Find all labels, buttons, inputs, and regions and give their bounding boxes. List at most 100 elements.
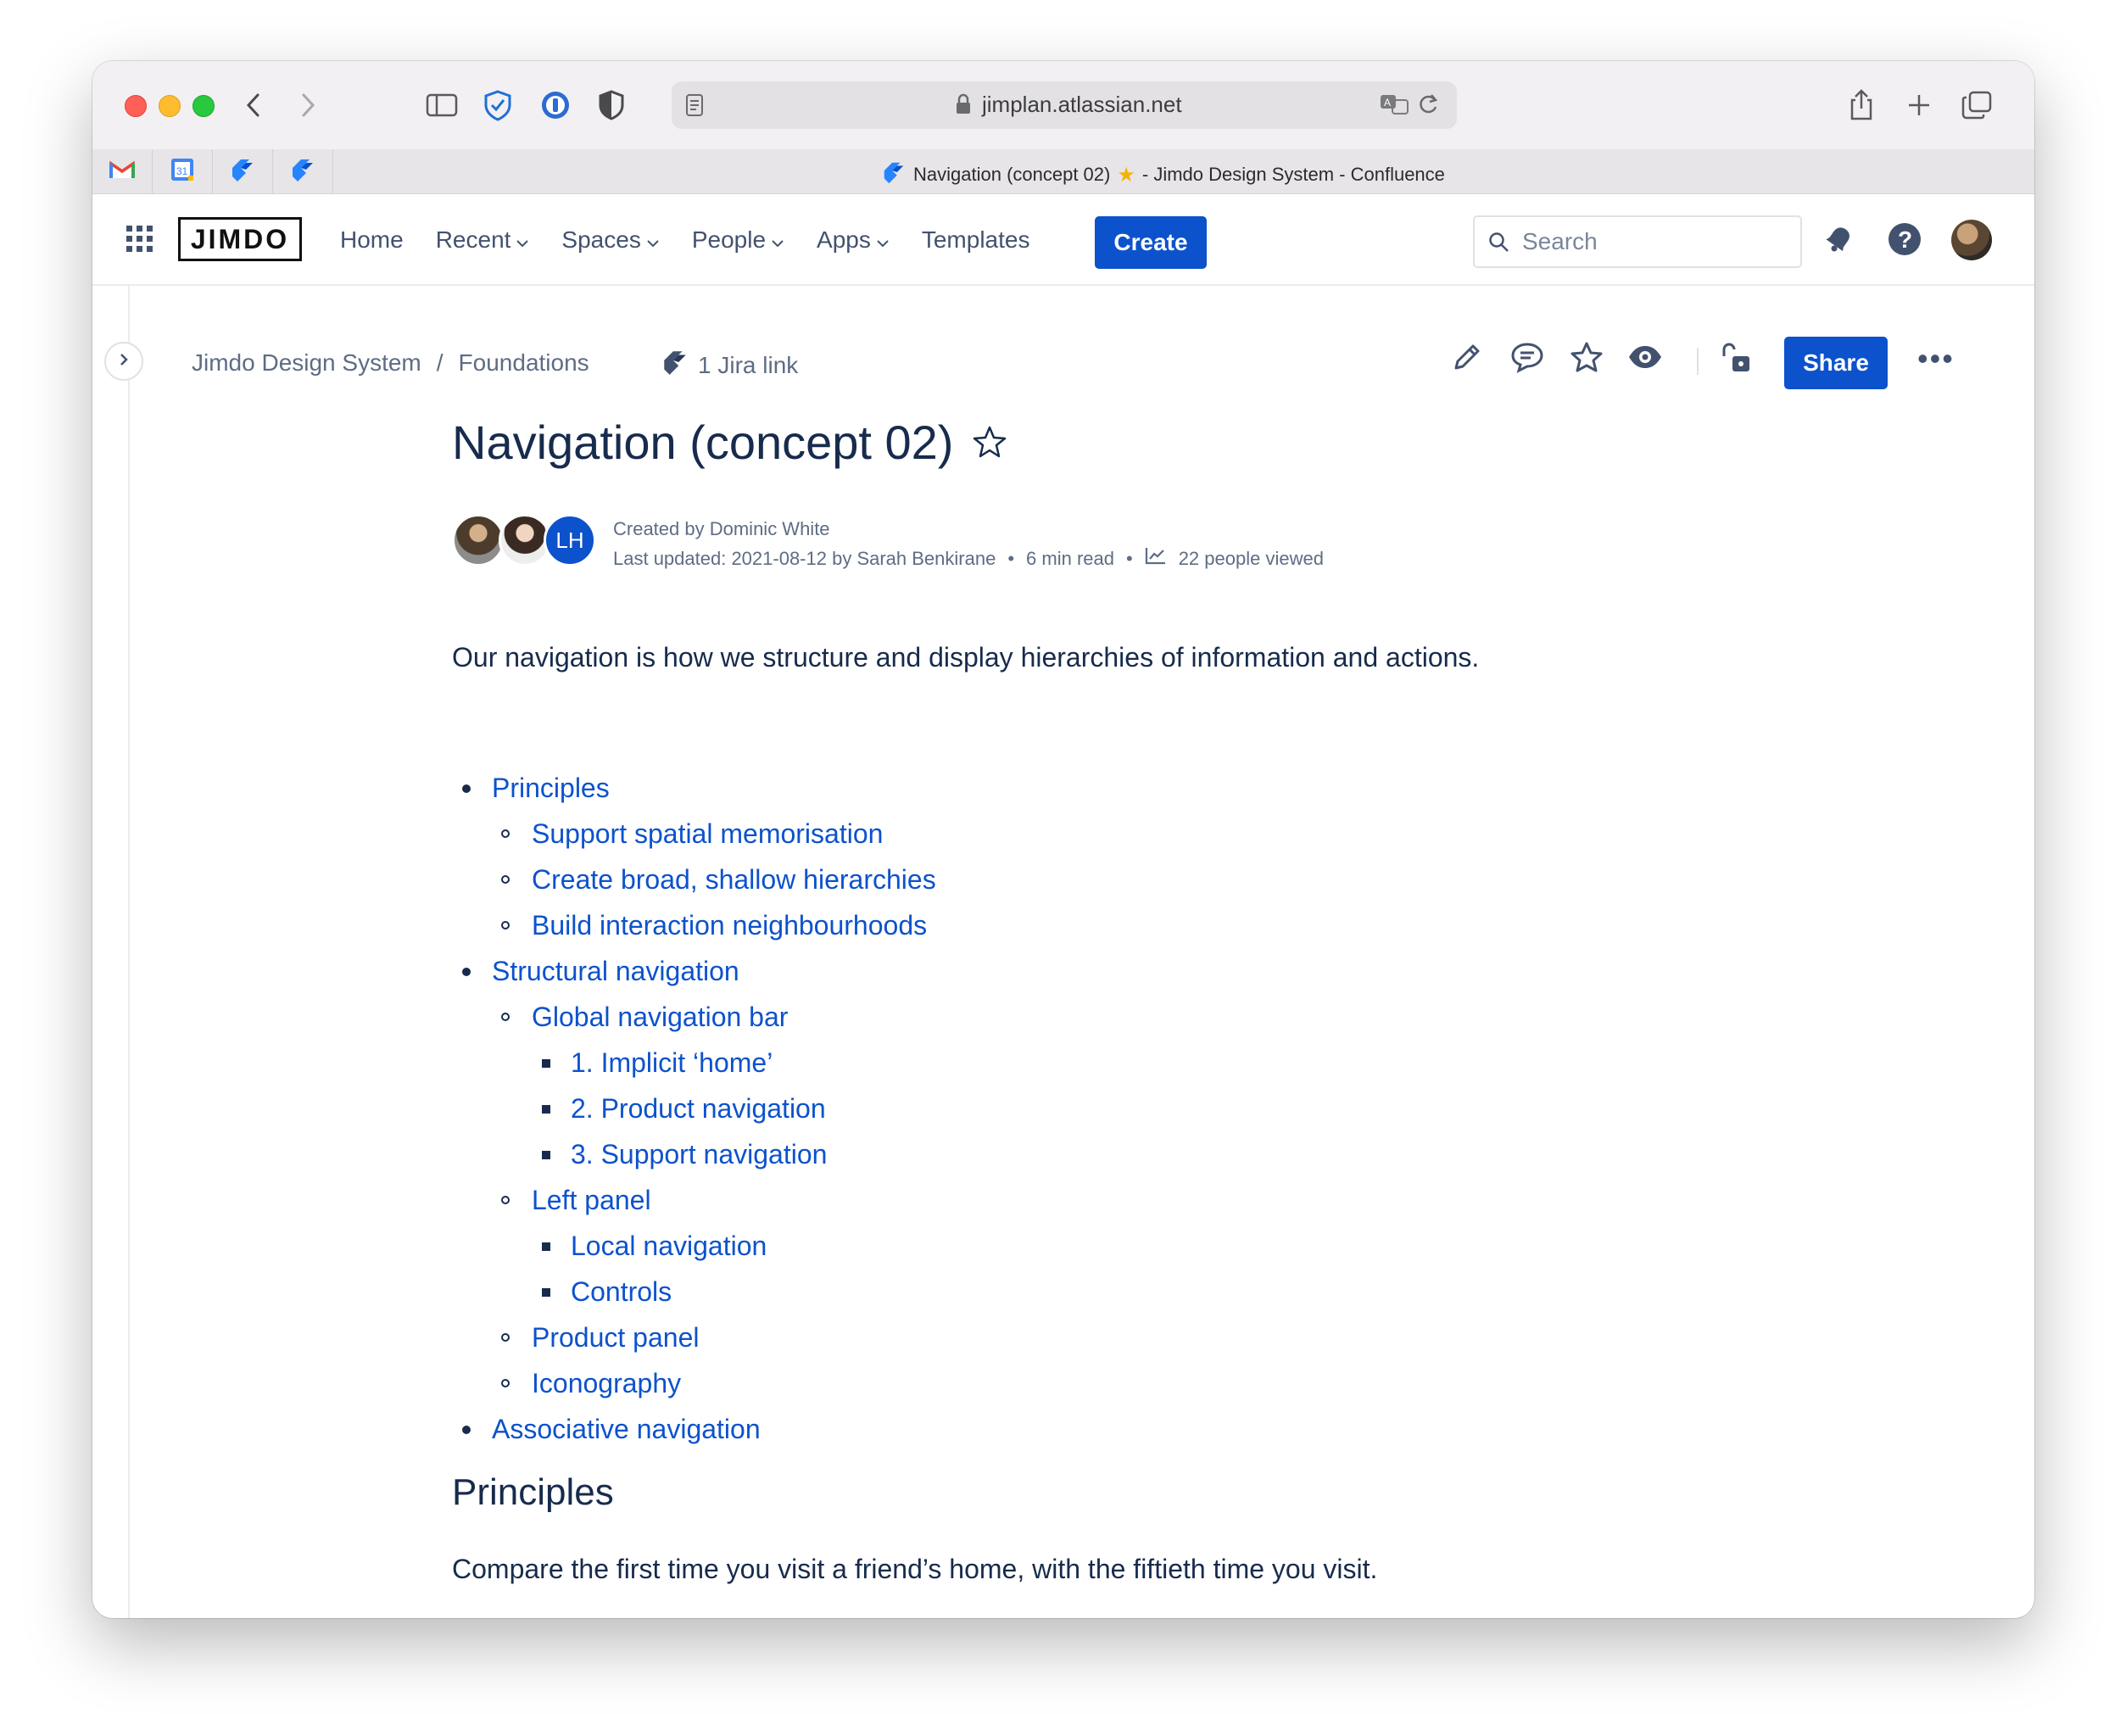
active-tab[interactable]: Navigation (concept 02) ★ - Jimdo Design…: [881, 159, 1445, 190]
new-tab-icon[interactable]: [1900, 85, 1938, 126]
reload-icon[interactable]: [1416, 92, 1440, 121]
toc-item[interactable]: 3. Support navigation: [452, 1131, 936, 1177]
close-window-button[interactable]: [125, 95, 147, 117]
notifications-icon[interactable]: [1822, 221, 1856, 260]
toc-item[interactable]: Create broad, shallow hierarchies: [452, 857, 936, 902]
svg-text:?: ?: [1898, 226, 1912, 253]
pinned-tab-gmail[interactable]: [92, 149, 153, 193]
read-time: 6 min read: [1026, 548, 1114, 569]
pinned-tab-jira-2[interactable]: [273, 149, 333, 193]
toc-link[interactable]: Controls: [571, 1276, 672, 1307]
tab-title-suffix: - Jimdo Design System - Confluence: [1141, 164, 1445, 185]
search-box[interactable]: [1473, 215, 1802, 268]
pinned-tab-calendar[interactable]: 31: [153, 149, 213, 193]
toc-link[interactable]: Support spatial memorisation: [532, 818, 883, 849]
bullet: [542, 1242, 550, 1251]
toc-item[interactable]: 1. Implicit ‘home’: [452, 1040, 936, 1086]
nav-templates[interactable]: Templates: [922, 223, 1030, 257]
privacy-shield-icon[interactable]: [593, 85, 630, 126]
password-manager-icon[interactable]: [537, 85, 574, 126]
toc-link[interactable]: Local navigation: [571, 1231, 767, 1261]
share-icon[interactable]: [1843, 85, 1880, 126]
pinned-tab-jira[interactable]: [213, 149, 273, 193]
jira-icon: [289, 156, 316, 187]
back-icon[interactable]: [237, 85, 271, 126]
chevron-down-icon: [771, 226, 784, 254]
toc-item[interactable]: Structural navigation: [452, 948, 936, 994]
intro-paragraph: Our navigation is how we structure and d…: [452, 642, 1480, 673]
toc-link[interactable]: Global navigation bar: [532, 1002, 788, 1032]
page-icon: [685, 93, 704, 121]
contributor-avatar[interactable]: [452, 514, 505, 567]
toc-link[interactable]: Iconography: [532, 1368, 681, 1398]
jira-link-label: 1 Jira link: [698, 351, 799, 378]
browser-toolbar: jimplan.atlassian.net A: [92, 61, 2034, 150]
nav-home[interactable]: Home: [340, 223, 404, 257]
more-actions-icon[interactable]: •••: [1917, 341, 1955, 377]
watch-icon[interactable]: [1627, 341, 1663, 377]
toc-item[interactable]: Build interaction neighbourhoods: [452, 902, 936, 948]
shield-check-icon[interactable]: [479, 85, 516, 126]
toc-link[interactable]: 3. Support navigation: [571, 1139, 827, 1169]
share-button[interactable]: Share: [1784, 337, 1888, 389]
toc-item[interactable]: 2. Product navigation: [452, 1086, 936, 1131]
toc-link[interactable]: Left panel: [532, 1185, 651, 1215]
toc-link[interactable]: Build interaction neighbourhoods: [532, 910, 927, 941]
contributor-avatar-initials[interactable]: LH: [544, 514, 596, 567]
address-bar[interactable]: jimplan.atlassian.net A: [672, 81, 1457, 129]
toc-item[interactable]: Controls: [452, 1269, 936, 1315]
app-switcher-icon[interactable]: [126, 226, 153, 257]
toc-item[interactable]: Product panel: [452, 1315, 936, 1360]
user-avatar[interactable]: [1951, 220, 1992, 260]
toc-item[interactable]: Support spatial memorisation: [452, 811, 936, 857]
dot-separator: •: [1125, 548, 1133, 569]
toc-link[interactable]: Structural navigation: [492, 956, 739, 986]
star-icon[interactable]: [1570, 341, 1604, 377]
tab-overview-icon[interactable]: [1958, 85, 1995, 126]
chevron-right-icon: [118, 352, 130, 371]
toc-item[interactable]: Left panel: [452, 1177, 936, 1223]
unlock-icon[interactable]: [1721, 341, 1753, 379]
forward-icon[interactable]: [291, 85, 325, 126]
created-by[interactable]: Created by Dominic White: [613, 514, 1324, 544]
jira-link[interactable]: 1 Jira link: [661, 348, 798, 382]
jimdo-logo[interactable]: JIMDO: [178, 217, 302, 261]
chevron-down-icon: [646, 226, 660, 254]
minimize-window-button[interactable]: [159, 95, 181, 117]
byline-meta: Last updated: 2021-08-12 by Sarah Benkir…: [613, 544, 1324, 573]
search-input[interactable]: [1520, 224, 1787, 260]
comment-icon[interactable]: [1510, 341, 1544, 377]
translate-icon[interactable]: A: [1379, 92, 1409, 121]
toc-link[interactable]: Create broad, shallow hierarchies: [532, 864, 936, 895]
edit-icon[interactable]: [1451, 341, 1483, 377]
toc-item[interactable]: Local navigation: [452, 1223, 936, 1269]
toc-link[interactable]: Principles: [492, 773, 610, 803]
breadcrumb-parent[interactable]: Foundations: [459, 349, 589, 377]
bullet: [462, 1426, 471, 1434]
toc-item[interactable]: Global navigation bar: [452, 994, 936, 1040]
nav-spaces[interactable]: Spaces: [561, 223, 659, 257]
toc-item[interactable]: Associative navigation: [452, 1406, 936, 1452]
tab-title: Navigation (concept 02): [913, 164, 1111, 185]
expand-sidebar-button[interactable]: [104, 342, 143, 381]
help-icon[interactable]: ?: [1887, 221, 1922, 261]
view-count[interactable]: 22 people viewed: [1179, 544, 1324, 573]
toc-link[interactable]: 1. Implicit ‘home’: [571, 1047, 773, 1078]
nav-recent[interactable]: Recent: [436, 223, 530, 257]
zoom-window-button[interactable]: [192, 95, 215, 117]
bullet: [462, 968, 471, 976]
toc-link[interactable]: Product panel: [532, 1322, 699, 1353]
toc-item[interactable]: Iconography: [452, 1360, 936, 1406]
create-button[interactable]: Create: [1095, 216, 1207, 269]
last-updated[interactable]: Last updated: 2021-08-12 by Sarah Benkir…: [613, 544, 996, 573]
toc-link[interactable]: Associative navigation: [492, 1414, 761, 1444]
bullet: [501, 875, 510, 884]
toc-item[interactable]: Principles: [452, 765, 936, 811]
sidebar-toggle-icon[interactable]: [423, 85, 460, 126]
favourite-star-icon[interactable]: [972, 415, 1007, 470]
nav-apps[interactable]: Apps: [817, 223, 890, 257]
toc-link[interactable]: 2. Product navigation: [571, 1093, 826, 1124]
section-paragraph: Compare the first time you visit a frien…: [452, 1554, 1378, 1584]
breadcrumb-space[interactable]: Jimdo Design System: [192, 349, 421, 377]
nav-people[interactable]: People: [692, 223, 784, 257]
